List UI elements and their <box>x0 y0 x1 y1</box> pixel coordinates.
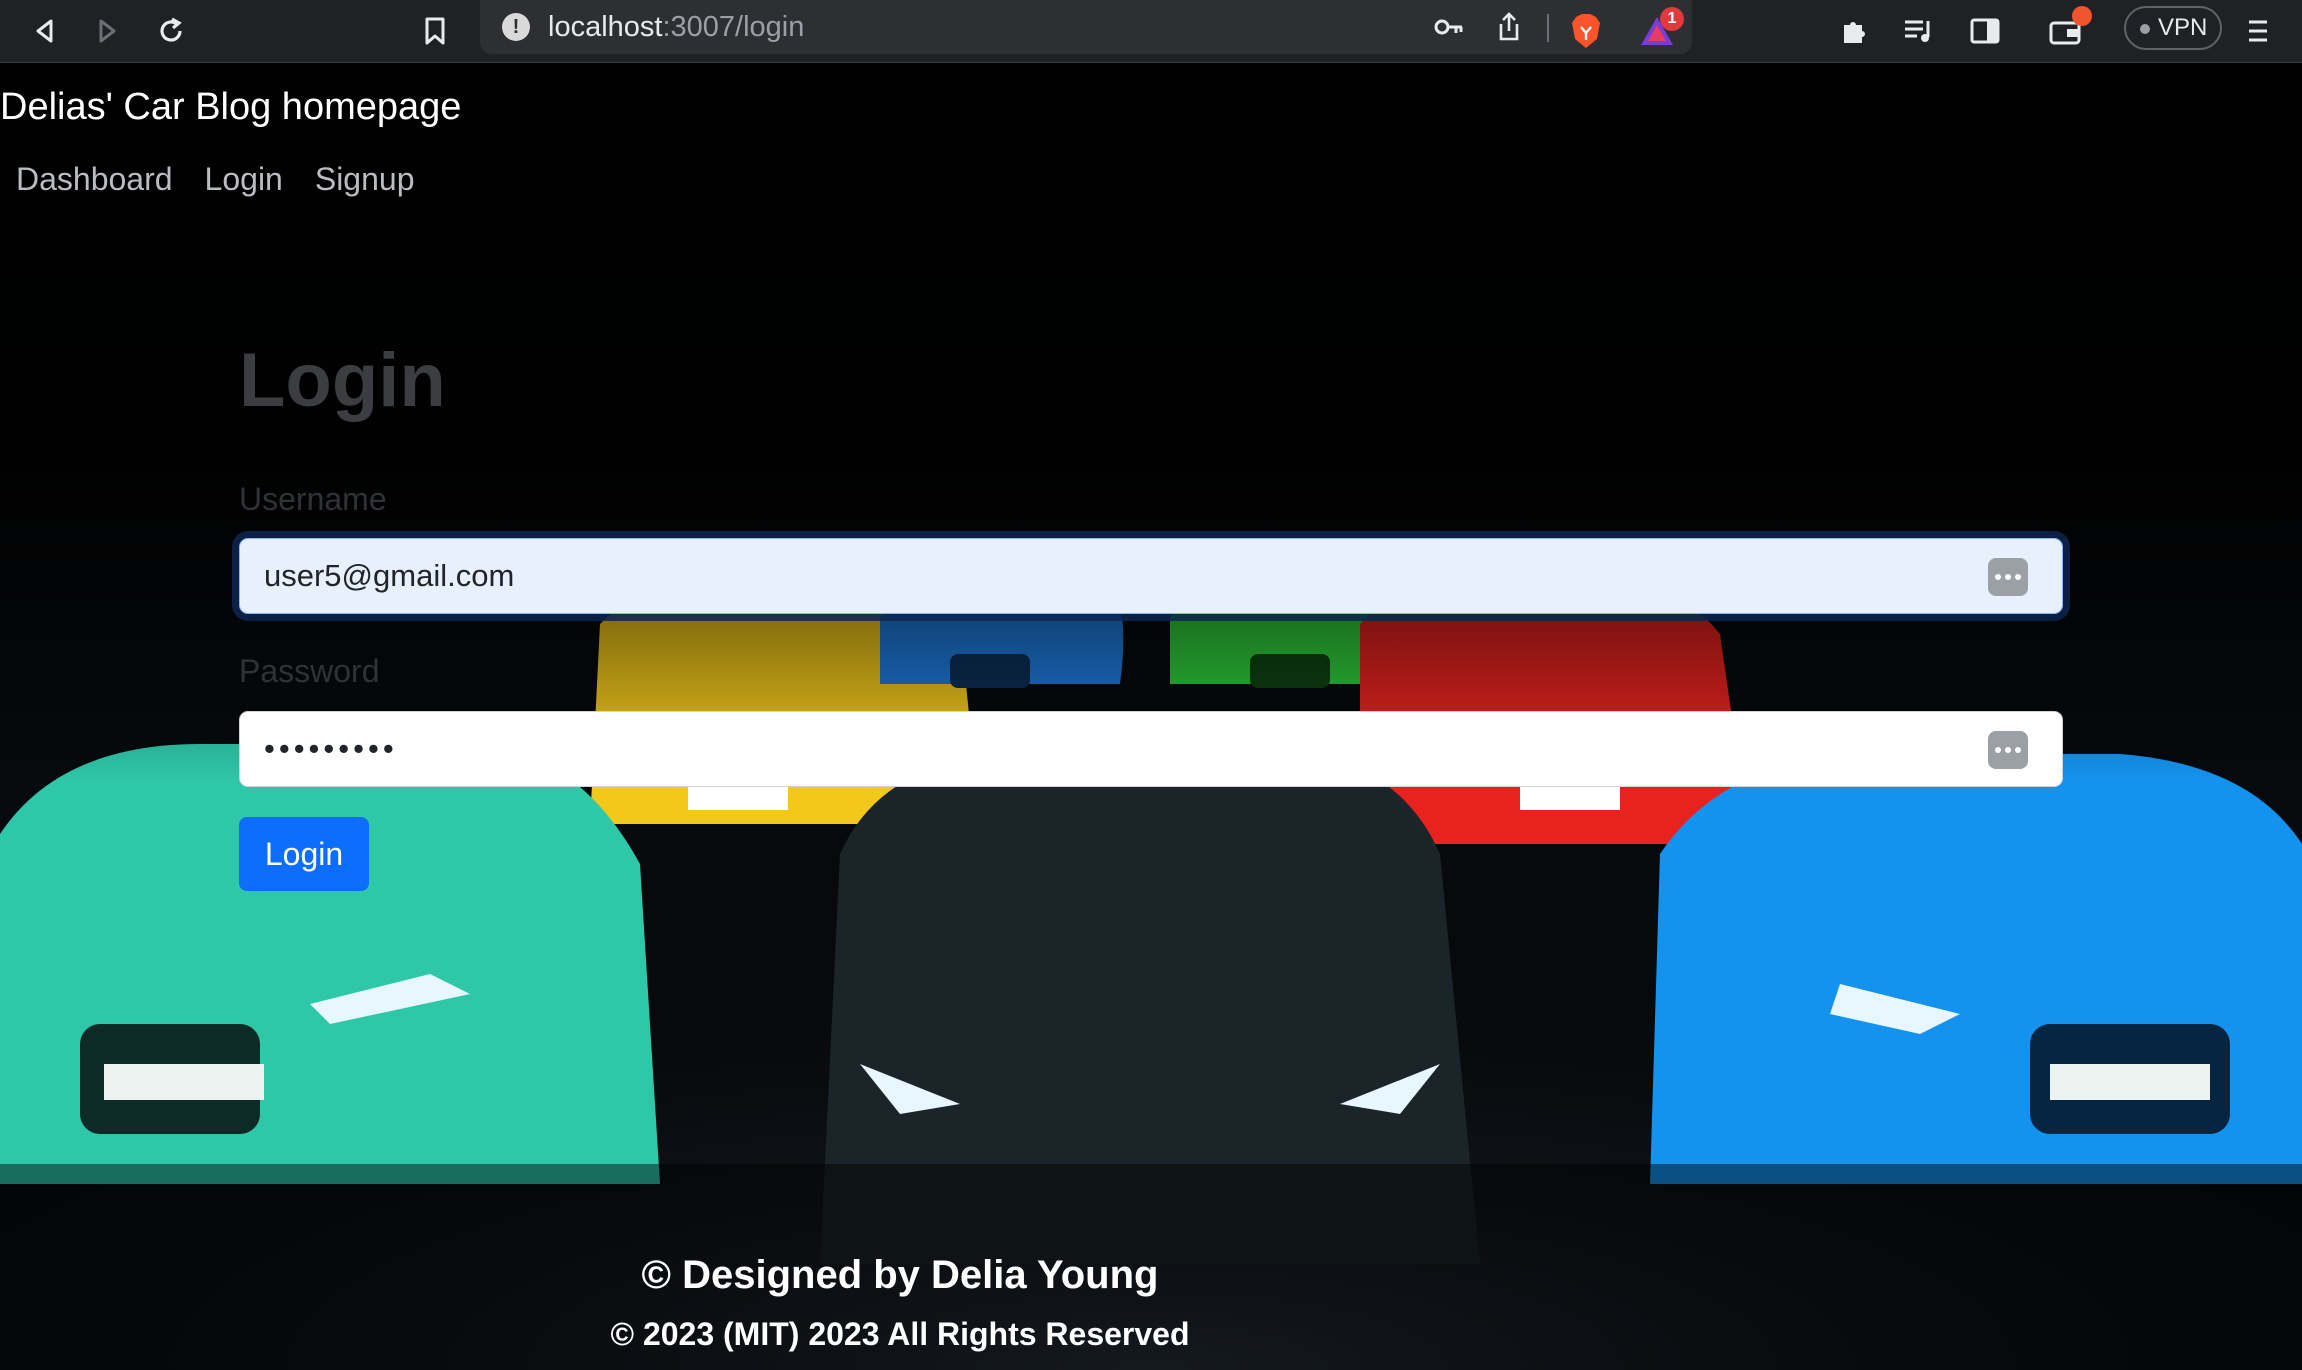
back-icon <box>36 19 53 43</box>
vpn-label: VPN <box>2158 14 2208 41</box>
puzzle-icon <box>1844 22 1865 43</box>
sidebar-button[interactable] <box>1962 8 2008 54</box>
login-submit-button[interactable]: Login <box>239 817 369 891</box>
bookmark-icon <box>425 17 445 45</box>
sidebar-icon <box>1970 18 2000 44</box>
toolbar-divider <box>1547 14 1549 42</box>
username-label: Username <box>239 481 387 517</box>
password-label: Password <box>239 653 380 689</box>
hamburger-menu-icon <box>2249 20 2267 42</box>
password-value: ••••••••• <box>264 731 398 766</box>
bookmark-button[interactable] <box>412 8 458 54</box>
password-manager-icon[interactable] <box>1988 558 2028 596</box>
url-host: localhost <box>548 11 663 43</box>
brave-shields-button[interactable] <box>1563 8 1609 54</box>
reading-list-button[interactable] <box>1896 8 1942 54</box>
forward-button[interactable] <box>84 8 130 54</box>
site-info-icon[interactable]: ! <box>502 13 530 41</box>
reload-icon <box>160 17 182 42</box>
page-viewport: Delias' Car Blog homepage Dashboard Logi… <box>0 64 2302 1370</box>
extensions-button[interactable] <box>1832 8 1878 54</box>
nav-link-login[interactable]: Login <box>205 158 283 200</box>
address-bar[interactable]: ! localhost:3007/login <box>480 0 1692 54</box>
browser-toolbar: ! localhost:3007/login 1 VPN <box>0 0 2302 63</box>
back-button[interactable] <box>22 8 68 54</box>
reload-button[interactable] <box>148 8 194 54</box>
url-text[interactable]: localhost:3007/login <box>548 8 804 46</box>
password-input[interactable]: ••••••••• <box>239 711 2063 787</box>
password-key-icon[interactable] <box>1432 10 1466 44</box>
menu-button[interactable] <box>2235 8 2281 54</box>
wallet-alert-dot <box>2072 6 2092 26</box>
vpn-button[interactable]: VPN <box>2124 6 2222 50</box>
username-input[interactable]: user5@gmail.com <box>239 538 2063 614</box>
footer-rights: © 2023 (MIT) 2023 All Rights Reserved <box>610 1316 1190 1352</box>
username-value: user5@gmail.com <box>264 558 515 593</box>
login-heading: Login <box>239 338 446 423</box>
forward-icon <box>99 19 116 43</box>
share-icon[interactable] <box>1492 10 1526 44</box>
playlist-icon <box>1905 20 1930 42</box>
password-manager-icon[interactable] <box>1988 731 2028 769</box>
nav-link-dashboard[interactable]: Dashboard <box>16 158 173 200</box>
vpn-status-dot <box>2140 24 2150 34</box>
nav-link-signup[interactable]: Signup <box>315 158 415 200</box>
url-path: :3007/login <box>662 11 805 43</box>
footer-designed-by: © Designed by Delia Young <box>641 1253 1159 1297</box>
main-nav: Dashboard Login Signup <box>16 158 414 200</box>
notification-badge: 1 <box>1660 7 1684 31</box>
site-title[interactable]: Delias' Car Blog homepage <box>0 84 461 130</box>
brave-lion-icon <box>1572 14 1600 48</box>
